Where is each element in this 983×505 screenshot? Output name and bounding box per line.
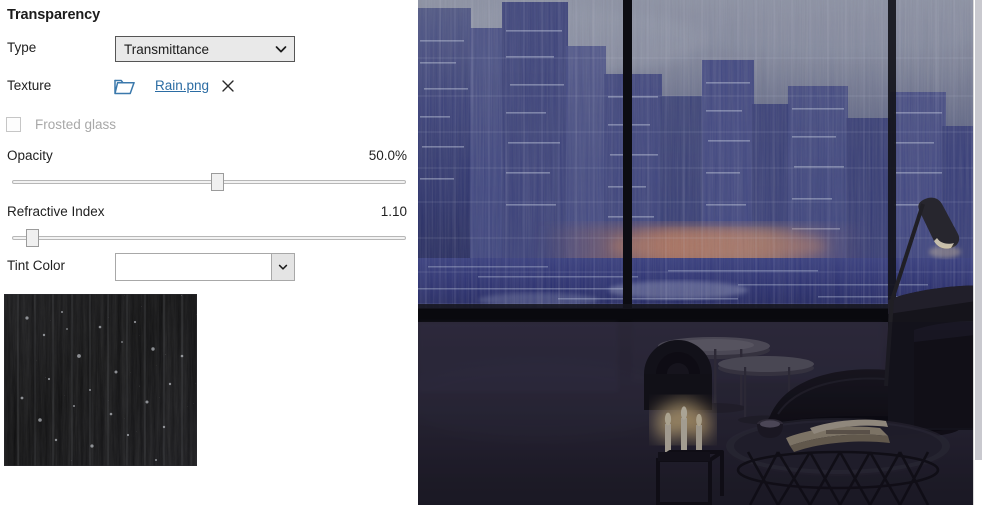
texture-row: Texture Rain.png xyxy=(0,74,418,100)
transparency-material-editor: Transparency Type Transmittance Texture … xyxy=(0,0,983,505)
opacity-label: Opacity xyxy=(7,148,53,163)
close-x-icon[interactable] xyxy=(220,78,236,94)
texture-label: Texture xyxy=(7,78,52,93)
tint-color-select[interactable] xyxy=(115,253,295,281)
refractive-index-slider-thumb[interactable] xyxy=(25,229,39,247)
opacity-slider[interactable] xyxy=(12,172,406,192)
opacity-slider-track xyxy=(12,180,406,184)
properties-panel: Transparency Type Transmittance Texture … xyxy=(0,0,418,505)
texture-file-link[interactable]: Rain.png xyxy=(155,78,209,93)
chevron-down-icon xyxy=(274,42,288,56)
frosted-glass-label: Frosted glass xyxy=(35,117,117,132)
chevron-down-icon[interactable] xyxy=(271,254,294,280)
tint-color-swatch[interactable] xyxy=(116,254,271,280)
tint-color-row: Tint Color xyxy=(0,253,418,281)
refractive-index-slider[interactable] xyxy=(12,228,406,248)
frosted-glass-checkbox[interactable] xyxy=(6,117,21,132)
type-label: Type xyxy=(7,40,37,55)
refractive-index-slider-track xyxy=(12,236,406,240)
frosted-glass-row[interactable]: Frosted glass xyxy=(0,116,418,136)
opacity-value: 50.0% xyxy=(368,148,407,163)
tint-color-label: Tint Color xyxy=(7,258,66,273)
page-title: Transparency xyxy=(7,7,101,23)
vertical-scrollbar-thumb[interactable] xyxy=(975,0,982,460)
rain-on-glass-texture-preview[interactable] xyxy=(4,294,197,466)
opacity-slider-thumb[interactable] xyxy=(210,173,224,191)
vertical-scrollbar[interactable] xyxy=(973,0,983,505)
folder-open-icon[interactable] xyxy=(113,76,137,98)
type-select[interactable]: Transmittance xyxy=(115,36,295,62)
type-row: Type Transmittance xyxy=(0,36,418,62)
refractive-index-value: 1.10 xyxy=(380,204,407,219)
3d-render-viewport[interactable] xyxy=(418,0,983,505)
refractive-index-label: Refractive Index xyxy=(7,204,105,219)
type-select-value: Transmittance xyxy=(124,41,210,57)
